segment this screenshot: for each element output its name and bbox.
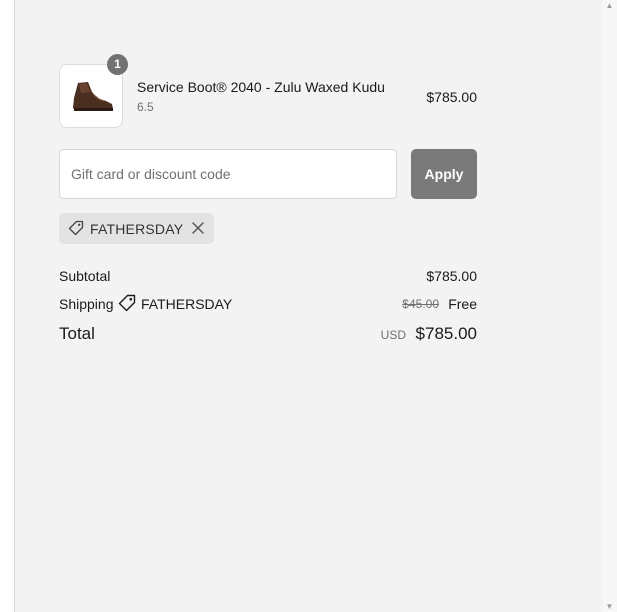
total-value: $785.00 [415, 324, 477, 343]
shipping-label: Shipping [59, 296, 114, 312]
tag-icon [118, 294, 136, 312]
remove-discount-close-icon[interactable] [190, 220, 206, 236]
total-currency: USD [380, 328, 406, 342]
apply-discount-button[interactable]: Apply [411, 149, 477, 199]
shipping-original-price: $45.00 [402, 297, 439, 311]
subtotal-label: Subtotal [59, 268, 111, 284]
applied-discount-chip: FATHERSDAY [59, 213, 214, 244]
scrollbar[interactable] [602, 0, 617, 612]
scroll-down-arrow-icon[interactable]: ▼ [604, 601, 615, 612]
tag-icon [68, 220, 84, 236]
discount-code-input[interactable] [59, 149, 397, 199]
product-name: Service Boot® 2040 - Zulu Waxed Kudu [137, 79, 385, 95]
scroll-up-arrow-icon[interactable]: ▲ [604, 0, 615, 11]
boot-icon [73, 82, 113, 111]
shipping-value: Free [448, 296, 477, 312]
subtotal-value: $785.00 [426, 268, 477, 284]
applied-discount-code: FATHERSDAY [90, 221, 184, 237]
shipping-discount-code: FATHERSDAY [141, 296, 233, 312]
product-variant: 6.5 [137, 100, 154, 114]
left-page-edge [0, 0, 15, 612]
product-price: $785.00 [426, 89, 477, 105]
total-label: Total [59, 324, 95, 343]
quantity-badge: 1 [107, 54, 128, 75]
